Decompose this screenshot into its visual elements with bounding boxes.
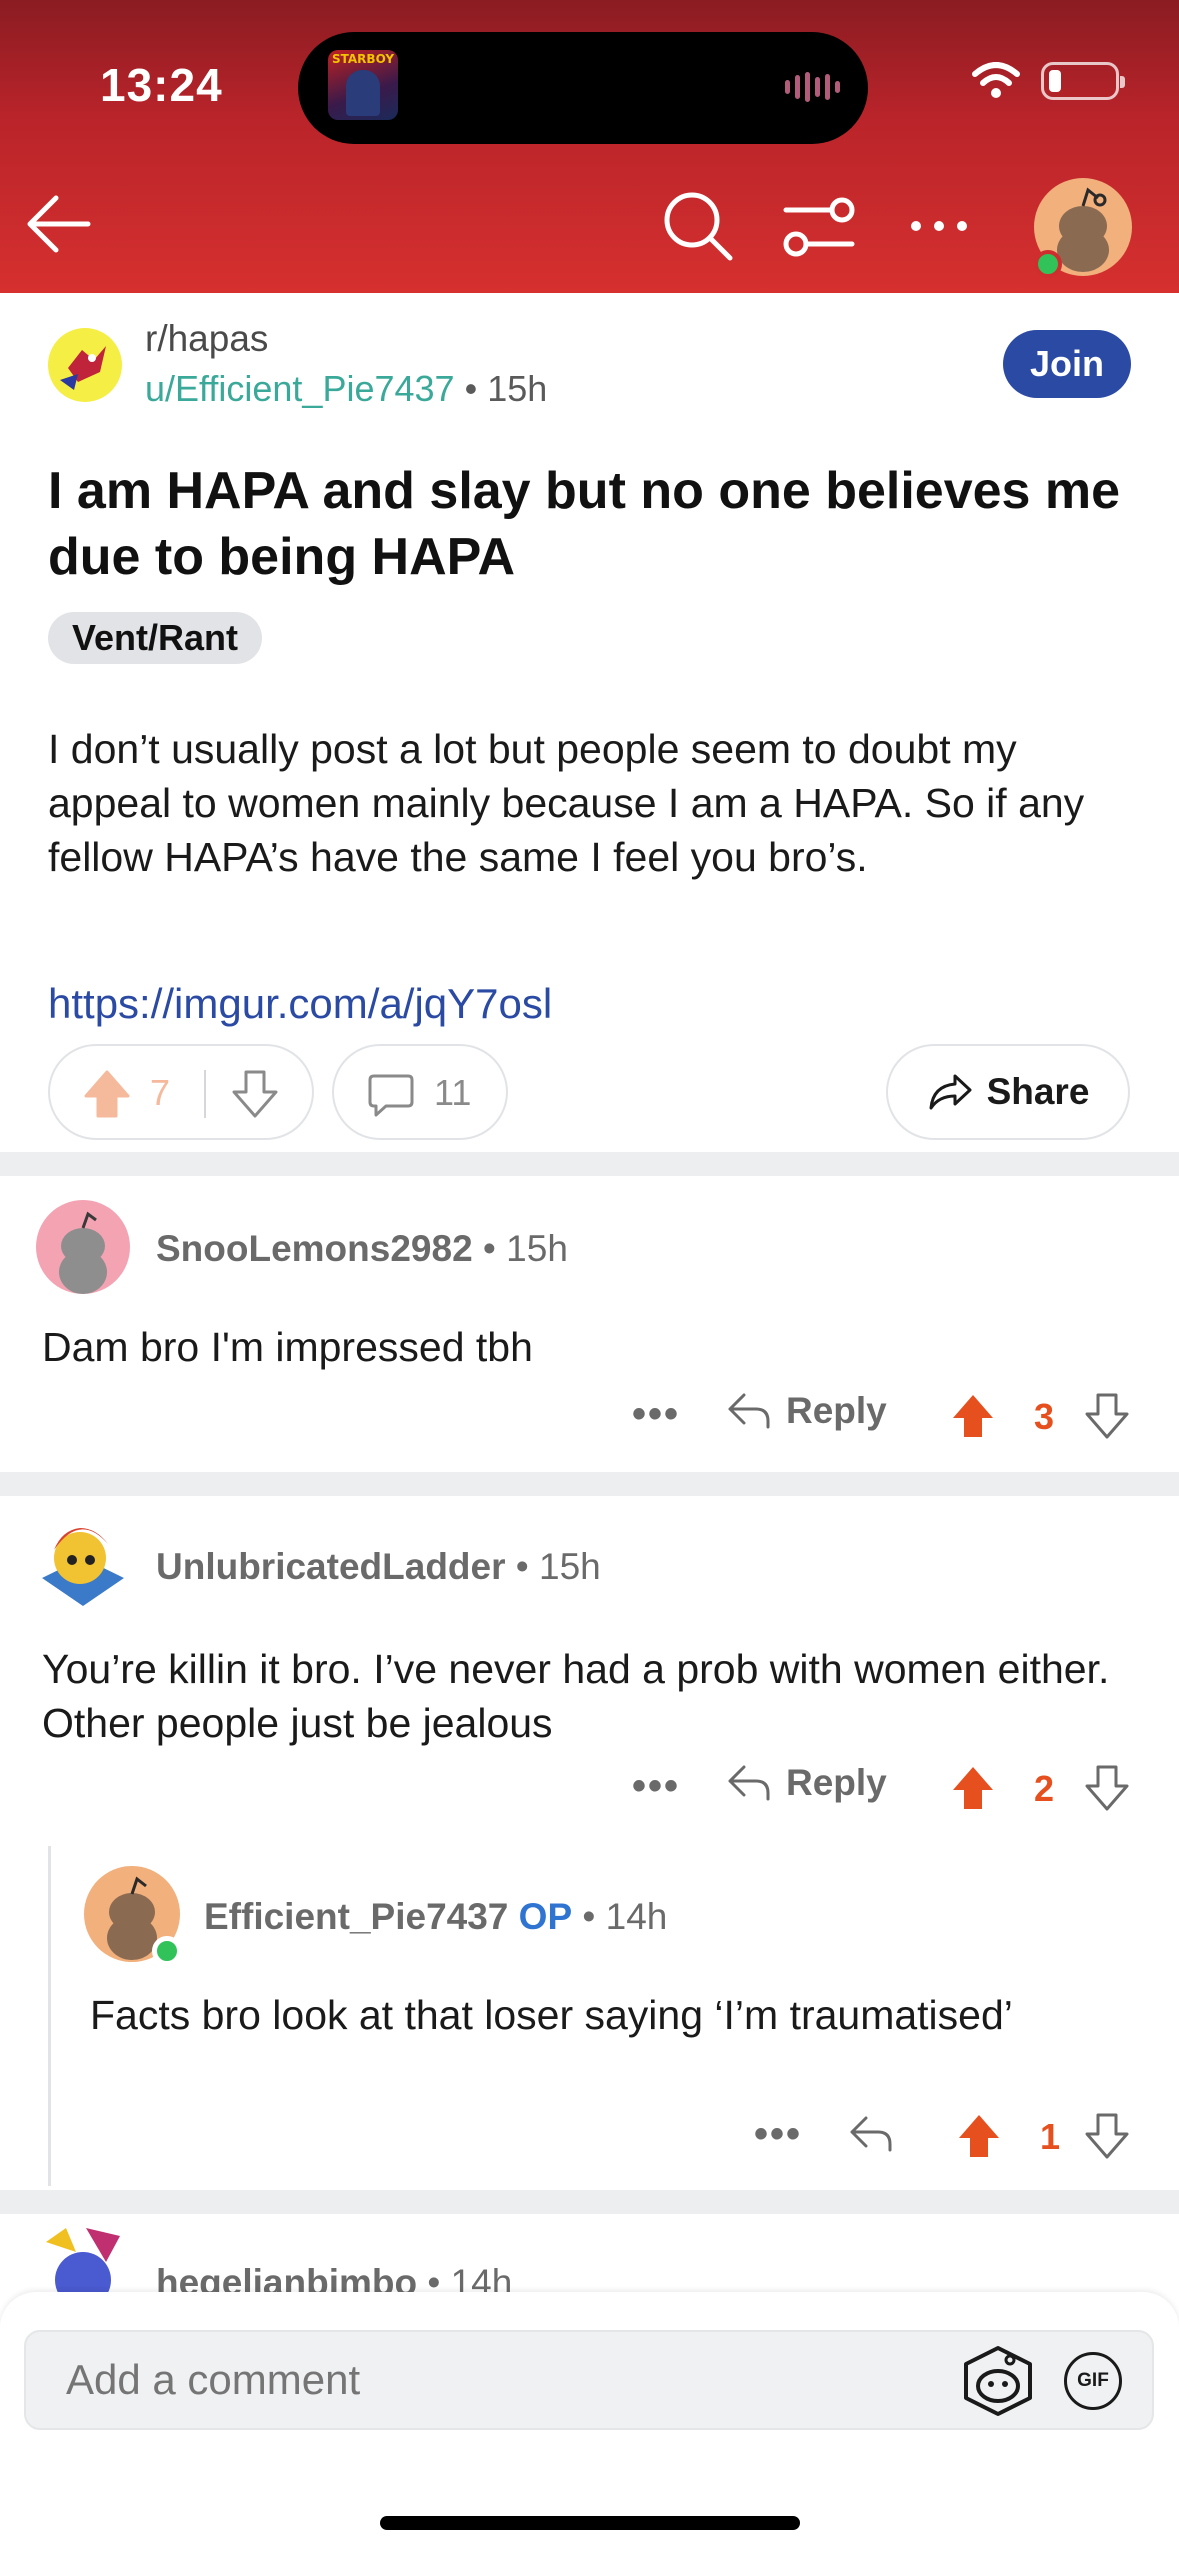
post-age: 15h <box>487 368 548 409</box>
online-status-dot <box>152 1936 182 1966</box>
dynamic-island[interactable]: STARBOY <box>298 32 868 144</box>
section-divider <box>0 2190 1179 2214</box>
post-comments-button[interactable]: 11 <box>332 1044 508 1140</box>
comment-score: 1 <box>1040 2116 1061 2157</box>
subreddit-avatar[interactable] <box>48 328 122 402</box>
reply-arrow-icon <box>728 1393 770 1429</box>
reply-button[interactable]: Reply <box>726 1390 887 1432</box>
wifi-icon <box>972 62 1020 98</box>
post-comment-count: 11 <box>434 1072 472 1113</box>
app-header: 13:24 STARBOY <box>0 0 1179 293</box>
share-label: Share <box>986 1071 1090 1112</box>
upvote-icon[interactable] <box>950 1392 996 1440</box>
subreddit-name[interactable]: r/hapas <box>145 318 268 360</box>
section-divider <box>0 1152 1179 1176</box>
status-icons <box>971 62 1125 100</box>
upvote-icon[interactable] <box>82 1068 132 1120</box>
audio-wave-icon <box>785 72 840 102</box>
upvote-icon[interactable] <box>956 2112 1002 2160</box>
battery-icon <box>1041 62 1125 100</box>
share-arrow-icon <box>929 1074 972 1110</box>
comment-age: 15h <box>539 1546 601 1587</box>
comment-more-icon[interactable]: ••• <box>632 1764 680 1809</box>
comment-score: 2 <box>1034 1768 1055 1809</box>
comment-more-icon[interactable]: ••• <box>754 2112 802 2157</box>
comment-age: 15h <box>506 1228 568 1269</box>
post-link[interactable]: https://imgur.com/a/jqY7osl <box>48 980 552 1028</box>
more-options-icon[interactable] <box>904 196 974 256</box>
comment-avatar[interactable] <box>36 1200 130 1294</box>
reply-button[interactable]: Reply <box>726 1762 887 1804</box>
comment-avatar[interactable] <box>36 1506 130 1610</box>
comment-more-icon[interactable]: ••• <box>632 1392 680 1437</box>
gif-button[interactable]: GIF <box>1064 2352 1122 2410</box>
now-playing-artwork: STARBOY <box>328 50 398 120</box>
comment-author[interactable]: Efficient_Pie7437 OP • 14h <box>204 1896 667 1938</box>
album-title: STARBOY <box>332 52 395 66</box>
comment-author[interactable]: UnlubricatedLadder • 15h <box>156 1546 601 1588</box>
home-indicator[interactable] <box>380 2516 800 2530</box>
comment-bubble-icon <box>368 1074 414 1117</box>
post-meta: u/Efficient_Pie7437 • 15h <box>145 368 548 409</box>
downvote-icon[interactable] <box>1084 1392 1130 1440</box>
upvote-icon[interactable] <box>950 1764 996 1812</box>
comment-text: Facts bro look at that loser saying ‘I’m… <box>90 1992 1013 2038</box>
online-status-dot <box>1034 250 1062 278</box>
reply-arrow-icon[interactable] <box>848 2114 894 2154</box>
post-body: I don’t usually post a lot but people se… <box>48 726 1085 880</box>
op-badge: OP <box>518 1896 573 1937</box>
join-button[interactable]: Join <box>1003 330 1131 398</box>
post-author[interactable]: u/Efficient_Pie7437 <box>145 368 455 409</box>
thread-line <box>48 1846 51 2186</box>
comment-text: Dam bro I'm impressed tbh <box>42 1324 533 1370</box>
comment-author[interactable]: SnooLemons2982 • 15h <box>156 1228 568 1270</box>
share-button[interactable]: Share <box>886 1044 1130 1140</box>
sort-filter-icon[interactable] <box>782 194 856 260</box>
reply-arrow-icon <box>728 1765 770 1801</box>
status-time: 13:24 <box>100 59 223 111</box>
back-arrow-icon[interactable] <box>22 188 94 260</box>
post-upvote-count: 7 <box>150 1072 171 1113</box>
section-divider <box>0 1472 1179 1496</box>
search-icon[interactable] <box>660 188 734 262</box>
comment-score: 3 <box>1034 1396 1055 1437</box>
comment-age: 14h <box>605 1896 668 1937</box>
downvote-icon[interactable] <box>1084 1764 1130 1812</box>
comment-text: You’re killin it bro. I’ve never had a p… <box>42 1646 1110 1746</box>
post-vote-bar: 7 <box>48 1044 314 1140</box>
post-flair[interactable]: Vent/Rant <box>48 612 263 664</box>
downvote-icon[interactable] <box>230 1068 280 1120</box>
post-title: I am HAPA and slay but no one believes m… <box>48 462 1121 586</box>
downvote-icon[interactable] <box>1084 2112 1130 2160</box>
snoo-emoji-icon[interactable] <box>960 2344 1036 2418</box>
